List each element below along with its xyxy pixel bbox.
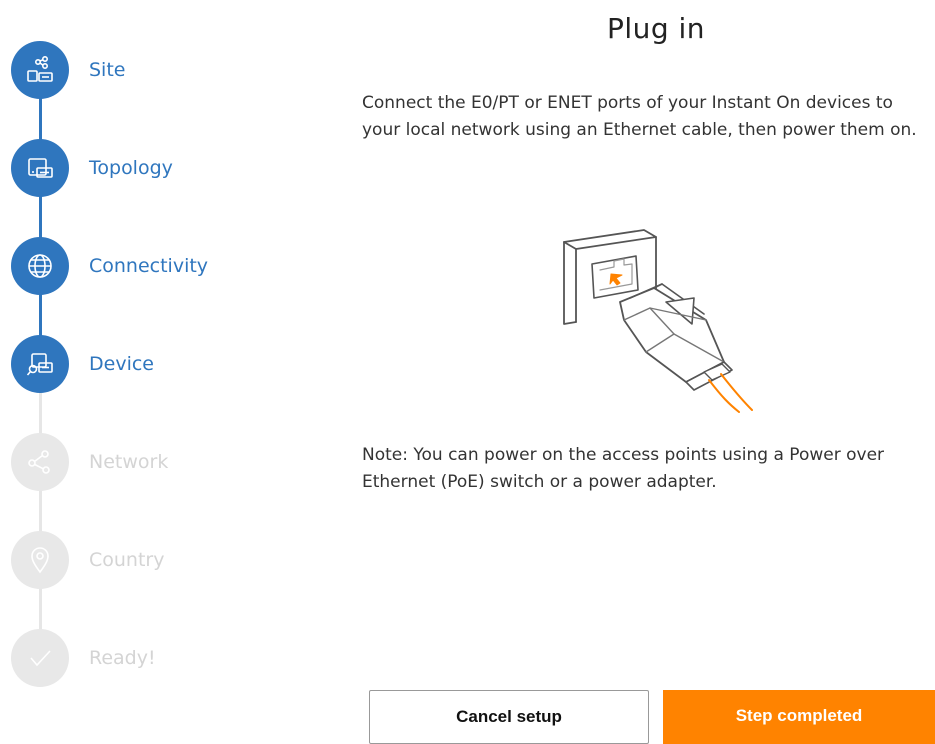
stepper-remaining-line <box>39 364 42 659</box>
check-icon <box>11 629 69 687</box>
location-pin-icon <box>11 531 69 589</box>
step-label-connectivity: Connectivity <box>89 255 209 277</box>
step-device[interactable]: Device <box>11 335 291 393</box>
page-title: Plug in <box>606 12 706 45</box>
step-network[interactable]: Network <box>11 433 291 491</box>
step-ready[interactable]: Ready! <box>11 629 291 687</box>
site-icon <box>11 41 69 99</box>
step-label-device: Device <box>89 353 154 375</box>
instructions-text: Connect the E0/PT or ENET ports of your … <box>362 93 917 140</box>
step-label-country: Country <box>89 549 165 571</box>
cancel-setup-button[interactable]: Cancel setup <box>369 690 649 744</box>
topology-icon <box>11 139 69 197</box>
step-site[interactable]: Site <box>11 41 291 99</box>
globe-icon <box>11 237 69 295</box>
step-label-site: Site <box>89 59 126 81</box>
poe-note-text: Note: You can power on the access points… <box>362 445 885 492</box>
step-label-topology: Topology <box>89 157 173 179</box>
step-connectivity[interactable]: Connectivity <box>11 237 291 295</box>
device-search-icon <box>11 335 69 393</box>
network-icon <box>11 433 69 491</box>
main-panel: Plug in Connect the E0/PT or ENET ports … <box>362 0 935 738</box>
ethernet-plug-icon <box>554 212 774 417</box>
step-label-ready: Ready! <box>89 647 156 669</box>
step-label-network: Network <box>89 451 169 473</box>
step-country[interactable]: Country <box>11 531 291 589</box>
setup-stepper: Site Topology Connectivity Device Networ… <box>0 0 300 738</box>
stepper-progress-line <box>39 70 42 364</box>
step-topology[interactable]: Topology <box>11 139 291 197</box>
step-completed-button[interactable]: Step completed <box>663 690 935 744</box>
